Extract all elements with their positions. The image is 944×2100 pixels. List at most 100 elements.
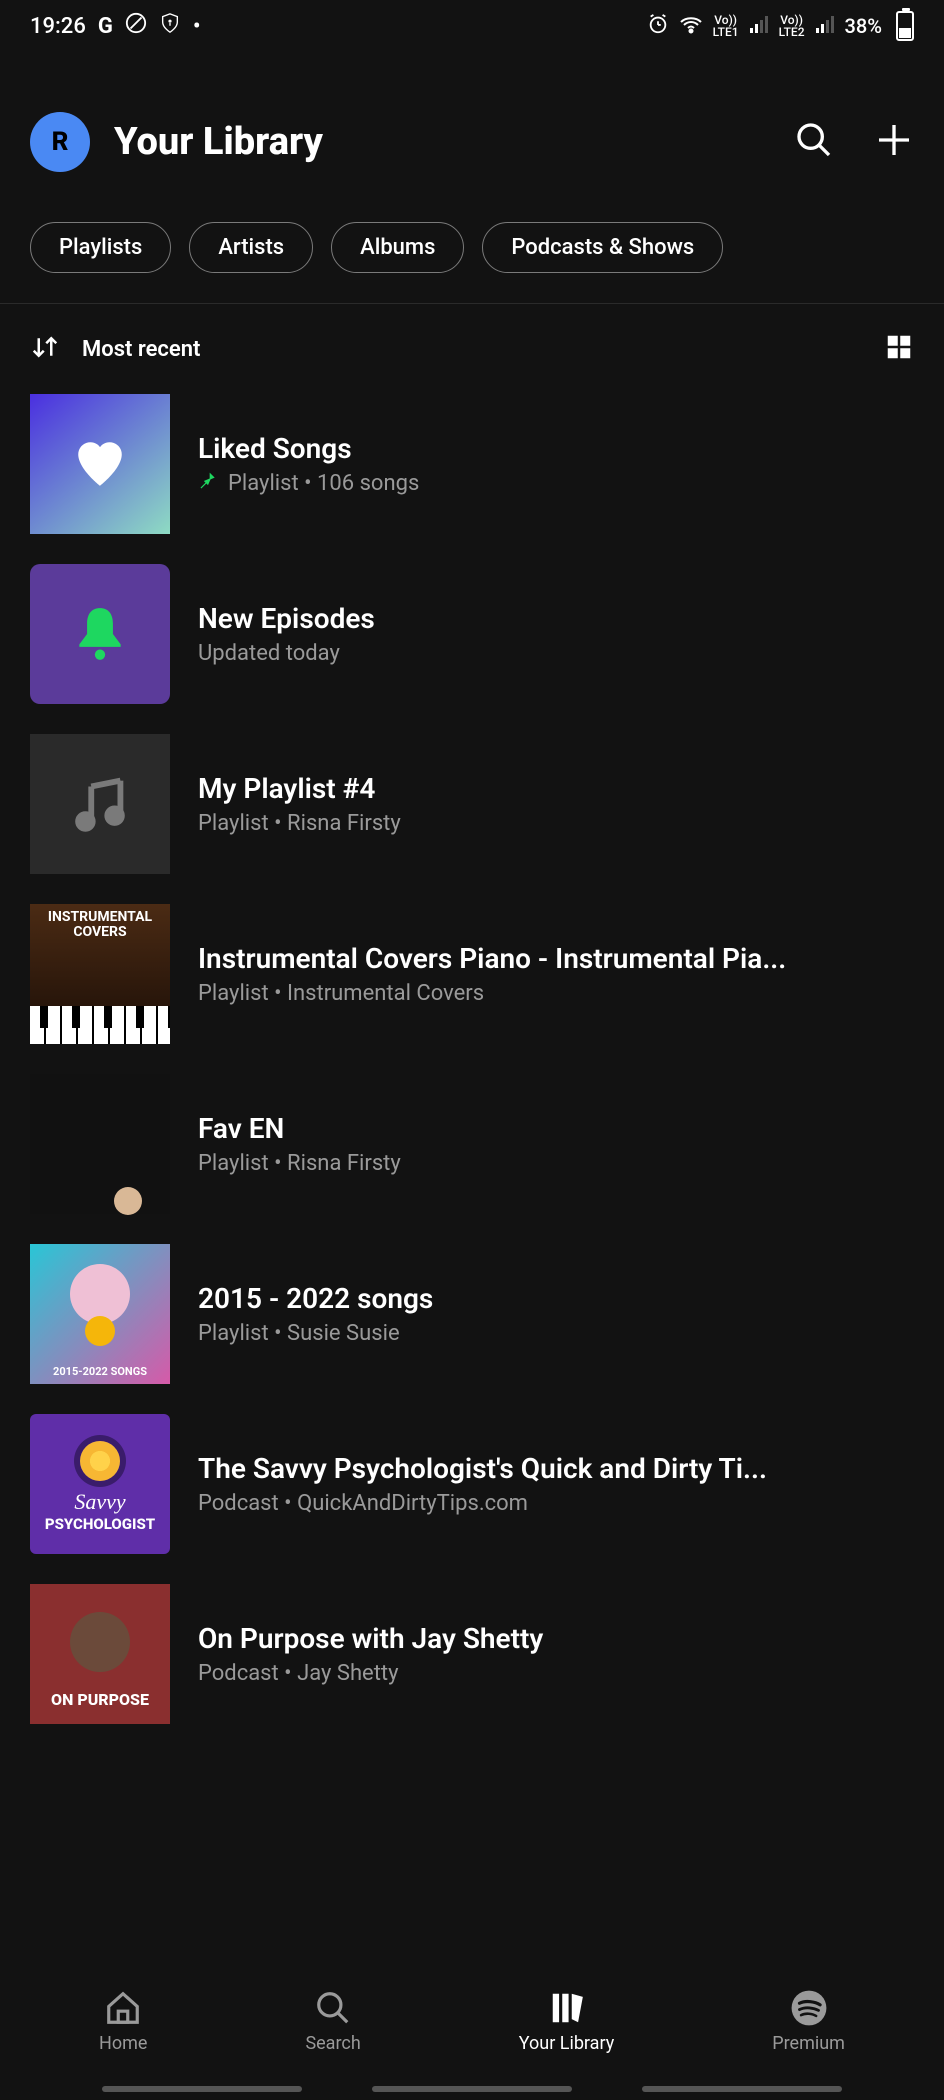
sort-arrows-icon <box>30 334 60 364</box>
home-icon <box>104 1989 142 2027</box>
item-subtitle: Playlist • Risna Firsty <box>198 811 914 836</box>
item-title: Liked Songs <box>198 432 914 465</box>
list-item-new-episodes[interactable]: New Episodes Updated today <box>30 564 914 704</box>
art-label: 2015-2022 SONGS <box>34 1365 166 1378</box>
nav-library[interactable]: Your Library <box>519 1989 614 2054</box>
pin-icon <box>198 471 218 497</box>
item-title: Fav EN <box>198 1112 914 1145</box>
search-icon[interactable] <box>794 120 834 164</box>
playlist-art <box>30 1074 170 1214</box>
item-text: Fav EN Playlist • Risna Firsty <box>198 1112 914 1176</box>
podcast-art: ON PURPOSE <box>30 1584 170 1724</box>
lte1-indicator: Vo))LTE1 <box>713 14 739 38</box>
podcast-art: Savvy PSYCHOLOGIST <box>30 1414 170 1554</box>
header-actions <box>794 120 914 164</box>
art-top-label: Savvy <box>74 1489 125 1515</box>
playlist-art: 2015-2022 SONGS <box>30 1244 170 1384</box>
list-item-liked-songs[interactable]: Liked Songs Playlist • 106 songs <box>30 394 914 534</box>
grid-view-icon[interactable] <box>884 332 914 366</box>
nav-premium[interactable]: Premium <box>772 1989 845 2054</box>
item-subtitle: Podcast • Jay Shetty <box>198 1661 914 1686</box>
item-title: My Playlist #4 <box>198 772 914 805</box>
sort-label: Most recent <box>82 337 200 362</box>
library-header: R Your Library <box>0 52 944 202</box>
item-text: Instrumental Covers Piano - Instrumental… <box>198 942 914 1006</box>
nav-search[interactable]: Search <box>305 1989 360 2054</box>
avatar-initial: R <box>52 127 69 157</box>
lte2-indicator: Vo))LTE2 <box>779 14 805 38</box>
status-time: 19:26 <box>30 14 86 39</box>
item-text: On Purpose with Jay Shetty Podcast • Jay… <box>198 1622 914 1686</box>
list-item-instrumental-covers[interactable]: INSTRUMENTAL COVERS Instrumental Covers … <box>30 904 914 1044</box>
sort-row: Most recent <box>0 304 944 384</box>
chip-podcasts[interactable]: Podcasts & Shows <box>482 222 723 273</box>
item-title: New Episodes <box>198 602 914 635</box>
art-label: ON PURPOSE <box>51 1690 149 1709</box>
item-text: Liked Songs Playlist • 106 songs <box>198 432 914 497</box>
alarm-icon <box>647 13 669 40</box>
item-subtitle: Playlist • Instrumental Covers <box>198 981 914 1006</box>
library-list: Liked Songs Playlist • 106 songs New Epi… <box>0 384 944 1724</box>
wifi-icon <box>679 14 703 39</box>
page-title: Your Library <box>114 120 770 164</box>
item-title: The Savvy Psychologist's Quick and Dirty… <box>198 1452 914 1485</box>
item-text: My Playlist #4 Playlist • Risna Firsty <box>198 772 914 836</box>
item-subtitle-text: Playlist • 106 songs <box>228 471 419 496</box>
chip-artists[interactable]: Artists <box>189 222 313 273</box>
new-episodes-art <box>30 564 170 704</box>
battery-percent: 38% <box>845 14 882 38</box>
bottom-nav: Home Search Your Library Premium <box>0 1969 944 2064</box>
google-icon: G <box>98 14 113 39</box>
item-subtitle: Playlist • 106 songs <box>198 471 914 497</box>
filter-chips: Playlists Artists Albums Podcasts & Show… <box>0 202 944 304</box>
person-icon <box>70 1612 130 1672</box>
status-right: Vo))LTE1 Vo))LTE2 38% <box>647 11 914 41</box>
list-item-fav-en[interactable]: Fav EN Playlist • Risna Firsty <box>30 1074 914 1214</box>
chip-albums[interactable]: Albums <box>331 222 464 273</box>
list-item-savvy-psychologist[interactable]: Savvy PSYCHOLOGIST The Savvy Psychologis… <box>30 1414 914 1554</box>
lightbulb-icon <box>80 1441 120 1481</box>
battery-icon <box>896 11 914 41</box>
item-text: The Savvy Psychologist's Quick and Dirty… <box>198 1452 914 1516</box>
item-text: New Episodes Updated today <box>198 602 914 666</box>
item-title: 2015 - 2022 songs <box>198 1282 914 1315</box>
nav-label: Your Library <box>519 2033 614 2054</box>
item-title: On Purpose with Jay Shetty <box>198 1622 914 1655</box>
nav-label: Search <box>305 2033 360 2054</box>
person-icon <box>70 1264 130 1324</box>
art-bottom-label: PSYCHOLOGIST <box>45 1515 155 1533</box>
nav-label: Premium <box>772 2033 845 2054</box>
playlist-art <box>30 734 170 874</box>
item-subtitle: Playlist • Risna Firsty <box>198 1151 914 1176</box>
item-title: Instrumental Covers Piano - Instrumental… <box>198 942 914 975</box>
item-subtitle: Playlist • Susie Susie <box>198 1321 914 1346</box>
library-icon <box>548 1989 586 2027</box>
sort-button[interactable]: Most recent <box>30 334 200 364</box>
shield-icon <box>159 12 181 40</box>
list-item-2015-2022[interactable]: 2015-2022 SONGS 2015 - 2022 songs Playli… <box>30 1244 914 1384</box>
item-subtitle: Updated today <box>198 641 914 666</box>
search-icon <box>314 1989 352 2027</box>
spotify-icon <box>790 1989 828 2027</box>
list-item-on-purpose[interactable]: ON PURPOSE On Purpose with Jay Shetty Po… <box>30 1584 914 1724</box>
nav-home[interactable]: Home <box>99 1989 147 2054</box>
liked-songs-art <box>30 394 170 534</box>
chip-playlists[interactable]: Playlists <box>30 222 171 273</box>
item-text: 2015 - 2022 songs Playlist • Susie Susie <box>198 1282 914 1346</box>
dnd-icon <box>125 12 147 40</box>
signal2-icon <box>815 14 835 38</box>
gesture-bar <box>102 2086 842 2092</box>
piano-keys-icon <box>30 1006 170 1044</box>
avatar[interactable]: R <box>30 112 90 172</box>
art-label: INSTRUMENTAL COVERS <box>36 910 164 941</box>
add-icon[interactable] <box>874 120 914 164</box>
playlist-art: INSTRUMENTAL COVERS <box>30 904 170 1044</box>
signal1-icon <box>749 14 769 38</box>
bubble-icon <box>85 1316 115 1346</box>
list-item-my-playlist-4[interactable]: My Playlist #4 Playlist • Risna Firsty <box>30 734 914 874</box>
item-subtitle: Podcast • QuickAndDirtyTips.com <box>198 1491 914 1516</box>
status-left: 19:26 G • <box>30 12 201 40</box>
dot-icon: • <box>193 14 201 39</box>
status-bar: 19:26 G • Vo))LTE1 Vo))LTE2 38% <box>0 0 944 52</box>
nav-label: Home <box>99 2033 147 2054</box>
